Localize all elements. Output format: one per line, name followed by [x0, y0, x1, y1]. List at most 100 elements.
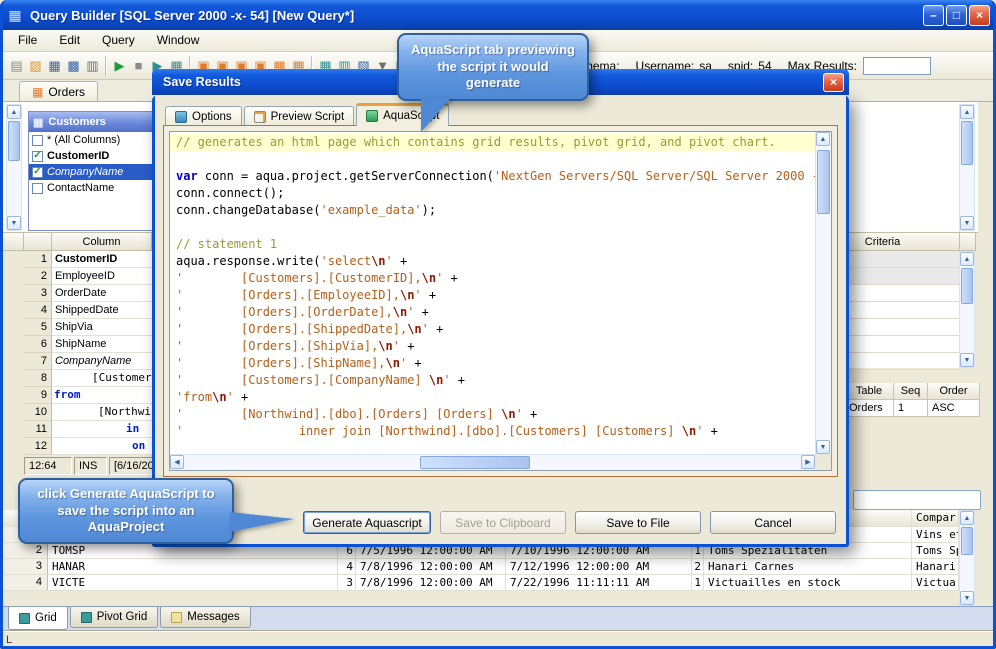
menu-file[interactable]: File: [7, 30, 48, 51]
scrollbar-thumb[interactable]: [817, 150, 830, 214]
results-cell: Victuailles en stock: [704, 575, 912, 591]
sort-grid: Table Seq Order Orders 1 ASC: [845, 383, 980, 417]
columns-grid-row[interactable]: 3 OrderDate: [24, 285, 152, 302]
sort-header-seq[interactable]: Seq: [894, 383, 928, 400]
scroll-left-button[interactable]: ◀: [170, 455, 184, 469]
titlebar[interactable]: ▦ Query Builder [SQL Server 2000 -x- 54]…: [0, 0, 996, 30]
print-icon[interactable]: ▥: [83, 56, 102, 76]
max-results-input[interactable]: [863, 56, 931, 75]
callout-text: AquaScript tab previewing the script it …: [411, 41, 575, 91]
canvas-right-scrollbar[interactable]: ▲ ▼: [959, 104, 975, 231]
stop-icon[interactable]: ■: [129, 56, 148, 76]
sort-cell[interactable]: 1: [894, 400, 928, 417]
scroll-down-button[interactable]: ▼: [816, 440, 830, 454]
code-line: ' [Orders].[ShipName],\n' +: [176, 355, 815, 372]
columns-grid-row[interactable]: 6 ShipName: [24, 336, 152, 353]
results-scrollbar[interactable]: ▲ ▼: [959, 510, 975, 606]
editor-status-cell: INS: [74, 457, 107, 475]
scrollbar-thumb[interactable]: [420, 456, 530, 469]
columns-grid-row[interactable]: 8 [Customer: [24, 370, 152, 387]
customers-list-item[interactable]: * (All Columns): [29, 132, 167, 148]
dialog-tab-preview-script[interactable]: Preview Script: [243, 106, 355, 126]
new-file-icon[interactable]: ▤: [7, 56, 26, 76]
scrollbar-thumb[interactable]: [8, 121, 20, 161]
editor-status-cell: 12:64: [24, 457, 72, 475]
columns-grid-row[interactable]: 4 ShippedDate: [24, 302, 152, 319]
column-header[interactable]: Column: [52, 233, 152, 251]
save-to-clipboard-button[interactable]: Save to Clipboard: [440, 511, 566, 534]
menu-window[interactable]: Window: [146, 30, 211, 51]
results-header-company[interactable]: Compar: [912, 510, 959, 527]
code-editor[interactable]: // generates an html page which contains…: [170, 132, 815, 454]
results-row[interactable]: 3 HANAR 4 7/8/1996 12:00:00 AM 7/12/1996 12:…: [3, 559, 959, 575]
maximize-button[interactable]: □: [946, 4, 967, 26]
canvas-left-scrollbar[interactable]: ▲ ▼: [6, 104, 22, 231]
sort-header-table[interactable]: Table: [845, 383, 894, 400]
menu-query[interactable]: Query: [91, 30, 146, 51]
checkbox-icon[interactable]: ✓: [32, 150, 43, 162]
scroll-up-button[interactable]: ▲: [960, 252, 974, 266]
scrollbar-thumb[interactable]: [961, 121, 973, 165]
scroll-up-button[interactable]: ▲: [960, 105, 974, 119]
checkbox-icon[interactable]: [32, 182, 43, 194]
code-vertical-scrollbar[interactable]: ▲ ▼: [815, 132, 831, 454]
checkbox-icon[interactable]: [32, 134, 43, 146]
code-token: ' [Orders].[OrderDate],: [176, 305, 393, 319]
row-number: 4: [24, 302, 52, 319]
generate-aquascript-button[interactable]: Generate Aquascript: [303, 511, 431, 534]
tab-orders[interactable]: ▦ Orders: [19, 81, 99, 101]
filter-input[interactable]: [853, 490, 981, 510]
column-label: CompanyName: [47, 166, 124, 178]
columns-grid-row[interactable]: 12 on: [24, 438, 152, 455]
columns-grid-row[interactable]: 2 EmployeeID: [24, 268, 152, 285]
columns-grid-row[interactable]: 7 CompanyName: [24, 353, 152, 370]
checkbox-icon[interactable]: ✓: [32, 166, 43, 178]
grid-right-scrollbar[interactable]: ▲ ▼: [959, 251, 975, 368]
code-token: 'from: [176, 390, 213, 404]
dialog-close-button[interactable]: ×: [823, 72, 844, 92]
scrollbar-corner: [815, 454, 831, 470]
tab-pivot-grid[interactable]: Pivot Grid: [69, 607, 159, 628]
scroll-down-button[interactable]: ▼: [960, 216, 974, 230]
menu-edit[interactable]: Edit: [48, 30, 91, 51]
scroll-down-button[interactable]: ▼: [960, 591, 974, 605]
minimize-button[interactable]: –: [923, 4, 944, 26]
save-to-file-button[interactable]: Save to File: [575, 511, 701, 534]
columns-grid-row[interactable]: 5 ShipVia: [24, 319, 152, 336]
columns-grid-row[interactable]: 11 in: [24, 421, 152, 438]
close-button[interactable]: ×: [969, 4, 990, 26]
columns-grid-row[interactable]: 1 CustomerID: [24, 251, 152, 268]
sort-grid-row[interactable]: Orders 1 ASC: [845, 400, 980, 417]
sort-cell[interactable]: ASC: [928, 400, 980, 417]
save-all-icon[interactable]: ▩: [64, 56, 83, 76]
tab-grid[interactable]: Grid: [8, 607, 68, 630]
scroll-down-button[interactable]: ▼: [960, 353, 974, 367]
customers-list-item[interactable]: ✓ CustomerID: [29, 148, 167, 164]
columns-grid-row[interactable]: 10 [Northwi: [24, 404, 152, 421]
cancel-button[interactable]: Cancel: [710, 511, 836, 534]
cell-value: in: [52, 421, 152, 438]
code-token: ' [Customers].[CustomerID],: [176, 271, 422, 285]
code-token: ': [385, 254, 393, 268]
code-horizontal-scrollbar[interactable]: ◀ ▶: [170, 454, 815, 470]
stop-icon-glyph: ■: [134, 58, 143, 73]
execute-icon[interactable]: ▶: [110, 56, 129, 76]
new-file-icon-glyph: ▤: [10, 57, 23, 73]
scrollbar-thumb[interactable]: [961, 268, 973, 304]
open-file-icon[interactable]: ▨: [26, 56, 45, 76]
customers-list-item[interactable]: ✓ CompanyName: [29, 164, 167, 180]
columns-grid-row[interactable]: 9 from: [24, 387, 152, 404]
scrollbar-thumb[interactable]: [961, 527, 973, 555]
scroll-down-button[interactable]: ▼: [7, 216, 21, 230]
sort-header-order[interactable]: Order: [928, 383, 980, 400]
dialog-tab-options[interactable]: Options: [165, 106, 242, 126]
tab-messages[interactable]: Messages: [160, 607, 251, 628]
results-row[interactable]: 4 VICTE 3 7/8/1996 12:00:00 AM 7/22/1996 11:…: [3, 575, 959, 591]
customers-list-item[interactable]: ContactName: [29, 180, 167, 196]
scroll-up-button[interactable]: ▲: [7, 105, 21, 119]
sort-cell[interactable]: Orders: [845, 400, 894, 417]
save-icon[interactable]: ▦: [45, 56, 64, 76]
scroll-up-button[interactable]: ▲: [960, 511, 974, 525]
scroll-right-button[interactable]: ▶: [801, 455, 815, 469]
scroll-up-button[interactable]: ▲: [816, 132, 830, 146]
